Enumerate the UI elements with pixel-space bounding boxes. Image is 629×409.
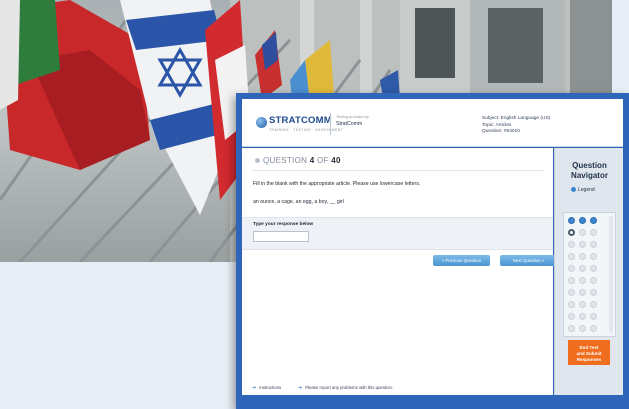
end-test-button[interactable]: End Test and Submit Responses bbox=[568, 340, 610, 365]
header-divider bbox=[330, 113, 331, 135]
question-nav-dot[interactable] bbox=[568, 277, 575, 284]
instructions-link[interactable]: ➔ Instructions bbox=[252, 385, 281, 391]
question-nav-dot[interactable] bbox=[568, 217, 575, 224]
question-nav-dot[interactable] bbox=[568, 253, 575, 260]
report-problem-link[interactable]: ➔ Please report any problems with this qu… bbox=[298, 385, 393, 391]
question-nav-dot[interactable] bbox=[590, 217, 597, 224]
question-nav-dot[interactable] bbox=[568, 289, 575, 296]
response-label: Type your response below bbox=[253, 222, 314, 227]
legend-label: Legend bbox=[578, 187, 595, 193]
question-current: 4 bbox=[309, 156, 315, 165]
question-nav-dot[interactable] bbox=[590, 325, 597, 332]
question-nav-dot[interactable] bbox=[579, 325, 586, 332]
subject-text: Subject: English Language (US) bbox=[482, 116, 551, 121]
arrow-right-icon: ➔ bbox=[298, 385, 303, 391]
navigator-title-line1: Question bbox=[572, 161, 607, 170]
question-nav-dot[interactable] bbox=[590, 265, 597, 272]
stratcomm-logo-icon bbox=[256, 117, 267, 128]
response-input[interactable] bbox=[253, 231, 309, 242]
question-nav-dot[interactable] bbox=[590, 253, 597, 260]
question-label: QUESTION bbox=[263, 156, 308, 165]
question-total: 40 bbox=[331, 156, 341, 165]
legend-toggle[interactable]: Legend bbox=[571, 187, 595, 193]
question-nav-dot[interactable] bbox=[590, 277, 597, 284]
question-nav-dot[interactable] bbox=[590, 241, 597, 248]
app-footer: ➔ Instructions ➔ Please report any problem… bbox=[242, 381, 553, 395]
question-nav-dot[interactable] bbox=[568, 229, 575, 236]
question-nav-dot[interactable] bbox=[579, 241, 586, 248]
question-nav-dot[interactable] bbox=[590, 289, 597, 296]
arrow-right-icon: ➔ bbox=[252, 385, 257, 391]
app-header: STRATCOMM TRAINING · TESTING · ASSESSMEN… bbox=[242, 99, 623, 147]
question-nav-dot[interactable] bbox=[579, 265, 586, 272]
org-name: StratComm bbox=[336, 121, 363, 127]
question-grid bbox=[563, 212, 616, 337]
instructions-label: Instructions bbox=[259, 385, 282, 390]
question-bullet-icon bbox=[255, 158, 260, 163]
next-question-button[interactable]: Next Question » bbox=[500, 255, 557, 266]
navigator-title: Question Navigator bbox=[555, 161, 624, 180]
question-nav-dot[interactable] bbox=[579, 253, 586, 260]
question-nav-dot[interactable] bbox=[590, 229, 597, 236]
brand-tagline: TRAINING · TESTING · ASSESSMENT bbox=[269, 128, 344, 132]
navigator-title-line2: Navigator bbox=[571, 170, 608, 180]
test-app-window: STRATCOMM TRAINING · TESTING · ASSESSMEN… bbox=[236, 93, 629, 409]
question-id-text: Question: #53010 bbox=[482, 129, 520, 135]
navigator-scrollbar[interactable] bbox=[609, 216, 613, 333]
org-caption: Testing provided by bbox=[336, 115, 369, 119]
question-nav-dot[interactable] bbox=[579, 229, 586, 236]
report-problem-label: Please report any problems with this que… bbox=[305, 385, 394, 390]
brand-name: STRATCOMM bbox=[269, 115, 332, 126]
question-nav-dot[interactable] bbox=[568, 265, 575, 272]
question-counter: QUESTION 4 OF 40 bbox=[263, 156, 341, 165]
question-prompt: an ounce, a cage, an egg, a boy, __ girl bbox=[253, 199, 344, 205]
question-nav-dot[interactable] bbox=[568, 313, 575, 320]
question-of-label: OF bbox=[317, 156, 329, 165]
question-panel: QUESTION 4 OF 40 Fill in the blank with … bbox=[242, 148, 557, 395]
question-nav-dot[interactable] bbox=[568, 325, 575, 332]
question-nav-dot[interactable] bbox=[590, 301, 597, 308]
question-nav-dot[interactable] bbox=[579, 301, 586, 308]
question-divider bbox=[252, 170, 544, 171]
question-nav-dot[interactable] bbox=[579, 277, 586, 284]
legend-icon bbox=[571, 187, 576, 193]
question-instruction: Fill in the blank with the appropriate a… bbox=[253, 181, 421, 187]
question-nav-dot[interactable] bbox=[568, 241, 575, 248]
test-meta: Subject: English Language (US) Topic: Ar… bbox=[482, 116, 550, 136]
question-nav-dot[interactable] bbox=[568, 301, 575, 308]
question-nav-dot[interactable] bbox=[579, 289, 586, 296]
question-nav-dot[interactable] bbox=[579, 217, 586, 224]
previous-question-button[interactable]: « Previous Question bbox=[433, 255, 490, 266]
question-nav-dot[interactable] bbox=[579, 313, 586, 320]
question-nav-dot[interactable] bbox=[590, 313, 597, 320]
